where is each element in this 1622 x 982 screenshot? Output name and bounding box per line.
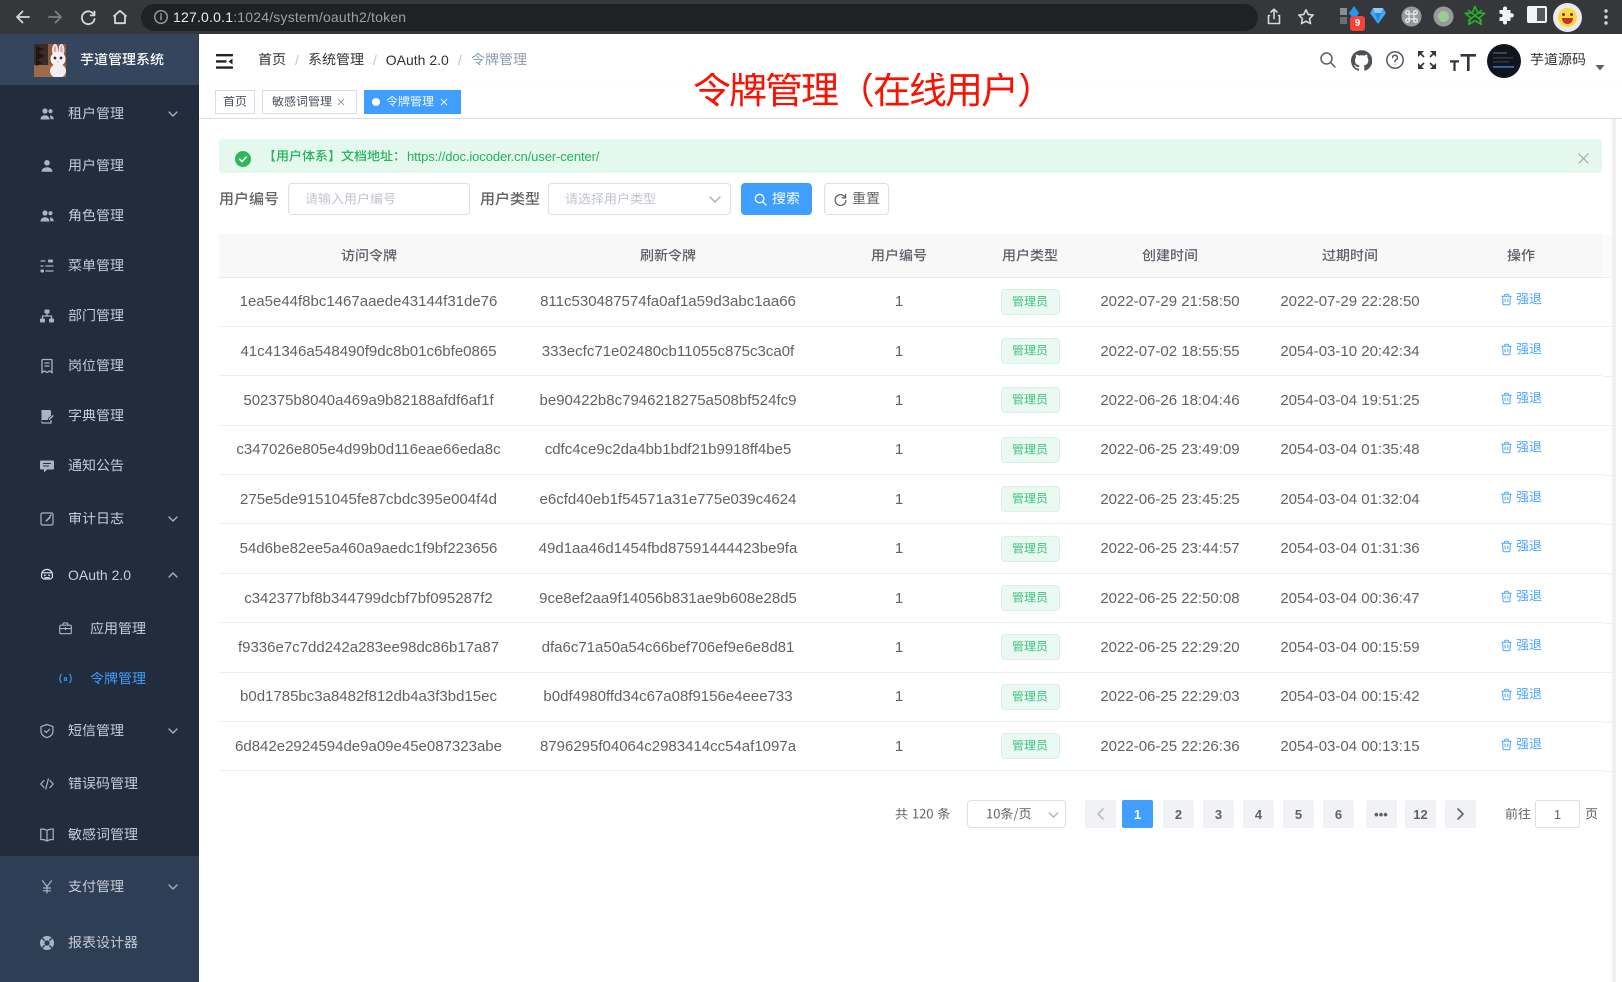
svg-text:a: a: [64, 676, 68, 683]
